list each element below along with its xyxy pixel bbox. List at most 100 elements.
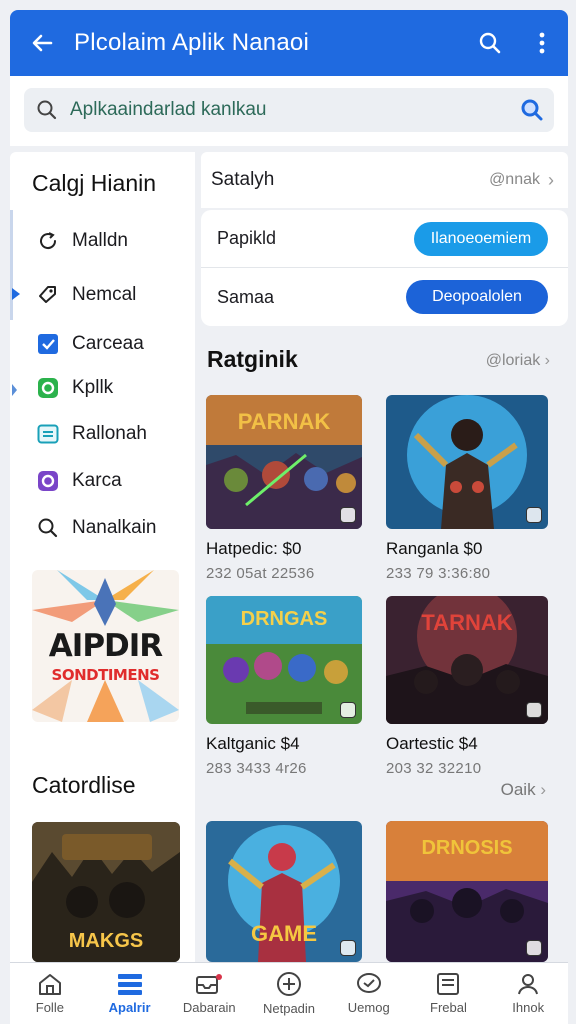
apps-icon (117, 974, 142, 995)
purple-app-icon (34, 470, 62, 492)
inbox-icon (196, 974, 223, 994)
game-art-title: TARNAK (421, 610, 513, 635)
category-row-title: Satalyh (211, 169, 275, 190)
plus-circle-icon (277, 972, 302, 996)
side-game-title: MAKGS (68, 930, 144, 952)
sidebar-item-label: Carceaa (72, 333, 144, 354)
list-icon (34, 423, 62, 445)
app-bar: Plcolaim Aplik Nanaoi (10, 10, 568, 76)
more-vert-icon (539, 32, 545, 54)
option-label: Samaa (217, 286, 275, 307)
game-art-title: DRNOSIS (421, 837, 513, 859)
game-art-title: GAME (251, 921, 317, 946)
sidebar-item-carceaa[interactable]: Carceaa (10, 322, 195, 366)
search-input[interactable] (70, 99, 510, 121)
tab-label: Ihnok (512, 1000, 545, 1015)
search-bar (24, 88, 554, 132)
options-card: Papikld Ilanoeoemiem Samaa Deopoalolen (201, 210, 568, 326)
platform-badge-icon (340, 702, 356, 718)
tab-ihnok[interactable]: Ihnok (488, 963, 568, 1024)
section-title-catordlise: Catordlise (32, 772, 136, 798)
platform-badge-icon (340, 940, 356, 956)
sidebar-item-label: Kpllk (72, 377, 114, 398)
sidebar-item-label: Nanalkain (72, 517, 157, 538)
search-area (10, 76, 568, 146)
game-art-title: PARNAK (237, 409, 331, 434)
tab-netpadin[interactable]: Netpadin (249, 963, 329, 1024)
option-button-1[interactable]: Ilanoeoemiem (414, 221, 548, 256)
option-button-2[interactable]: Deopoalolen (406, 280, 548, 314)
side-game-thumb[interactable]: MAKGS (32, 822, 180, 962)
sidebar-item-kpllk[interactable]: Kpllk (10, 366, 195, 410)
platform-badge-icon (526, 940, 542, 956)
sidebar-item-nanalkain[interactable]: Nanalkain (10, 506, 195, 550)
tab-apalrir[interactable]: Apalrir (90, 963, 170, 1024)
sidebar-heading: Calgj Hianin (32, 170, 157, 196)
promo-subtitle: SONDTIMENS (51, 666, 160, 684)
option-row-1: Papikld Ilanoeoemiem (201, 210, 568, 268)
game-thumbnail: TARNAK (386, 596, 548, 724)
game-thumbnail: GAME (206, 821, 362, 962)
search-icon (34, 517, 62, 539)
check-box-icon (34, 333, 62, 355)
category-row[interactable]: Satalyh @nnak › (201, 152, 568, 208)
sidebar: Calgj Hianin Malldn Nemcal Carceaa Kpllk… (10, 152, 195, 962)
platform-badge-icon (526, 702, 542, 718)
tab-folle[interactable]: Folle (10, 963, 90, 1024)
game-art-title: DRNGAS (240, 608, 328, 630)
game-card[interactable]: TARNAK Oartestic $4 203 32 32210 (386, 596, 548, 777)
sidebar-item-label: Malldn (72, 230, 128, 251)
page-title: Plcolaim Aplik Nanaoi (74, 29, 309, 56)
home-icon (38, 974, 61, 995)
tab-label: Uemog (347, 1000, 390, 1015)
game-name: Ranganla $0 (386, 539, 483, 558)
tab-frebal[interactable]: Frebal (409, 963, 489, 1024)
tab-label: Apalrir (108, 1000, 151, 1015)
sidebar-item-label: Nemcal (72, 284, 137, 305)
game-name: Oartestic $4 (386, 734, 478, 753)
tab-label: Frebal (430, 1000, 467, 1015)
game-meta: 233 79 3:36:80 (386, 565, 491, 582)
load-more-link[interactable]: Oaik › (501, 780, 546, 800)
tab-dabarain[interactable]: Dabarain (169, 963, 249, 1024)
game-thumbnail: DRNOSIS (386, 821, 548, 962)
green-app-icon (34, 377, 62, 399)
section-more-link[interactable]: @loriak › (486, 352, 550, 370)
back-arrow-icon (32, 34, 53, 52)
game-thumbnail: PARNAK (206, 395, 362, 529)
sidebar-item-karca[interactable]: Karca (10, 459, 195, 503)
game-card[interactable]: GAME (206, 821, 366, 962)
option-row-2: Samaa Deopoalolen (201, 268, 568, 326)
sidebar-item-nemcal[interactable]: Nemcal (10, 273, 195, 317)
sidebar-item-malldn[interactable]: Malldn (10, 219, 195, 263)
option-label: Papikld (217, 228, 277, 248)
game-meta: 283 3433 4r26 (206, 760, 307, 777)
appbar-search-button[interactable] (464, 10, 516, 76)
game-card[interactable]: Ranganla $0 233 79 3:36:80 (386, 395, 548, 582)
game-card[interactable]: DRNOSIS (386, 821, 548, 962)
chevron-right-icon: › (548, 169, 554, 190)
tag-icon (34, 284, 62, 306)
main-content: Satalyh @nnak › Papikld Ilanoeoemiem Sam… (201, 152, 568, 962)
category-row-more[interactable]: @nnak (489, 171, 540, 189)
sidebar-item-rallonah[interactable]: Rallonah (10, 412, 195, 456)
game-name: Kaltganic $4 (206, 734, 300, 753)
tab-uemog[interactable]: Uemog (329, 963, 409, 1024)
refresh-icon (34, 230, 62, 252)
platform-badge-icon (340, 507, 356, 523)
game-thumbnail (386, 395, 548, 529)
back-button[interactable] (10, 10, 74, 76)
profile-icon (518, 974, 539, 995)
game-card[interactable]: PARNAK Hatpedic: $0 232 05at 22536 (206, 395, 366, 582)
tab-label: Folle (35, 1000, 64, 1015)
promo-title: AIPDIR (48, 628, 163, 664)
game-card[interactable]: DRNGAS Kaltganic $4 283 3433 4r26 (206, 596, 366, 777)
sidebar-item-label: Karca (72, 470, 122, 491)
overflow-menu-button[interactable] (516, 10, 568, 76)
promo-banner[interactable]: AIPDIR SONDTIMENS (32, 570, 179, 722)
chat-icon (356, 973, 381, 993)
search-submit-button[interactable] (510, 98, 554, 122)
section-title-ratginik: Ratginik (207, 346, 298, 372)
bottom-nav: Folle Apalrir Dabarain Netpadin Uemog Fr… (10, 962, 568, 1024)
search-icon (479, 32, 501, 54)
